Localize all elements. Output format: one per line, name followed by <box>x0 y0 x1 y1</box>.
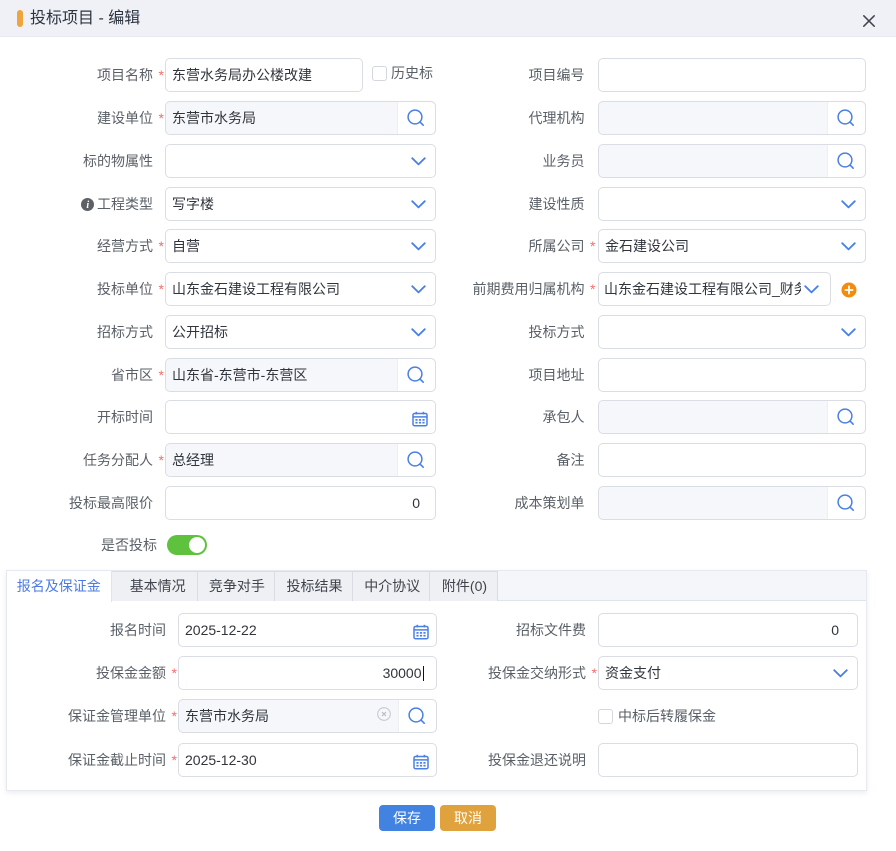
svg-text:i: i <box>86 200 89 211</box>
